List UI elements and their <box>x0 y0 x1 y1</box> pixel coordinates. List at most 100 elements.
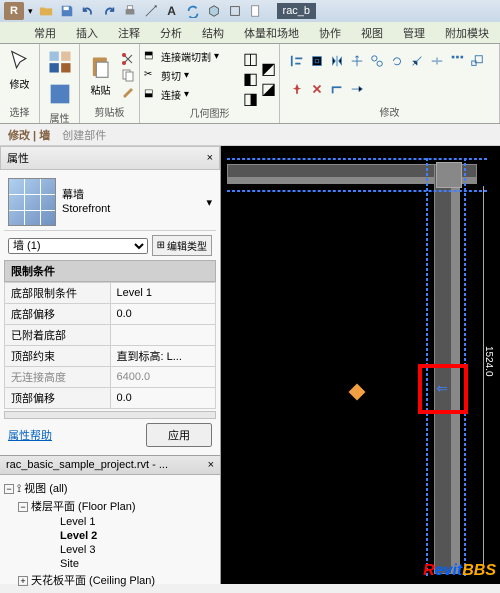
props-scrollbar[interactable] <box>4 411 216 419</box>
ribbon: 修改 选择 属性 粘贴 剪贴板 ⬒连接端切割 ▾ <box>0 44 500 124</box>
tree-ceiling-plans[interactable]: +天花板平面 (Ceiling Plan) <box>4 571 216 589</box>
extend-icon[interactable] <box>350 82 364 96</box>
tree-views[interactable]: −⟟ 视图 (all) <box>4 479 216 497</box>
geom-icon-5[interactable]: ◪ <box>261 79 275 93</box>
type-properties-icon[interactable] <box>46 80 74 108</box>
measure-icon[interactable] <box>142 3 160 19</box>
paste-button[interactable]: 粘贴 <box>84 54 117 97</box>
wall-corner <box>436 162 462 188</box>
array-icon[interactable] <box>450 54 464 68</box>
constraints-header[interactable]: 限制条件 <box>4 260 216 282</box>
modify-button[interactable]: 修改 <box>2 48 38 91</box>
panel-properties-label: 属性 <box>44 110 75 125</box>
table-row: 已附着底部 <box>5 325 216 346</box>
drawing-canvas[interactable]: ⇐ 1524.0 RevitBBS <box>221 146 500 584</box>
sheet-icon[interactable] <box>247 3 265 19</box>
geom-icon-3[interactable]: ◨ <box>243 89 257 103</box>
param-value[interactable]: 0.0 <box>110 388 216 409</box>
tab-home[interactable]: 常用 <box>24 22 66 43</box>
apply-button[interactable]: 应用 <box>146 423 212 447</box>
tab-manage[interactable]: 管理 <box>393 22 435 43</box>
tab-collab[interactable]: 协作 <box>309 22 351 43</box>
panel-properties: 属性 <box>40 44 80 123</box>
panel-modify: 修改 <box>280 44 500 123</box>
param-value[interactable]: 直到标高: L... <box>110 346 216 367</box>
split-icon[interactable] <box>430 54 444 68</box>
undo-icon[interactable] <box>79 3 97 19</box>
properties-icon[interactable] <box>46 48 74 76</box>
warning-icon[interactable] <box>349 384 366 401</box>
tree-level-3[interactable]: Level 3 <box>4 543 216 557</box>
open-icon[interactable] <box>37 3 55 19</box>
app-logo[interactable]: R <box>4 2 24 20</box>
copy-mod-icon[interactable] <box>370 54 384 68</box>
cut-geom-button[interactable]: ✂剪切 ▾ <box>144 67 239 84</box>
param-value[interactable]: 0.0 <box>110 304 216 325</box>
move-icon[interactable] <box>350 54 364 68</box>
sync-icon[interactable] <box>184 3 202 19</box>
context-modify-wall[interactable]: 修改 | 墙 <box>8 127 50 143</box>
instance-filter[interactable]: 墙 (1) <box>8 238 148 254</box>
panel-geometry-label: 几何图形 <box>144 105 275 120</box>
text-icon[interactable]: A <box>163 3 181 19</box>
properties-help-link[interactable]: 属性帮助 <box>8 427 138 443</box>
cope-button[interactable]: ⬒连接端切割 ▾ <box>144 48 239 65</box>
edit-type-button[interactable]: ⊞编辑类型 <box>152 235 212 256</box>
properties-header[interactable]: 属性 × <box>0 146 220 170</box>
close-icon[interactable]: × <box>208 459 214 471</box>
delete-icon[interactable] <box>310 82 324 96</box>
mirror-icon[interactable] <box>330 54 344 68</box>
modify-label: 修改 <box>10 76 30 91</box>
type-selector[interactable]: 幕墙 Storefront ▾ <box>4 174 216 231</box>
tab-massing[interactable]: 体量和场地 <box>234 22 309 43</box>
tree-floor-plans[interactable]: −楼层平面 (Floor Plan) <box>4 497 216 515</box>
tab-addins[interactable]: 附加模块 <box>435 22 499 43</box>
trim-icon[interactable] <box>410 54 424 68</box>
dimension-line <box>483 186 484 566</box>
panel-clipboard: 粘贴 剪贴板 <box>80 44 140 123</box>
contextual-tab: 修改 | 墙 创建部件 <box>0 124 500 146</box>
tab-annotate[interactable]: 注释 <box>108 22 150 43</box>
offset-icon[interactable] <box>310 54 324 68</box>
section-icon[interactable] <box>226 3 244 19</box>
align-icon[interactable] <box>290 54 304 68</box>
copy-icon[interactable] <box>121 68 135 82</box>
tree-site[interactable]: Site <box>4 557 216 571</box>
tab-structure[interactable]: 结构 <box>192 22 234 43</box>
match-icon[interactable] <box>121 84 135 98</box>
pin-icon[interactable] <box>290 82 304 96</box>
sidebar: 属性 × 幕墙 Storefront ▾ 墙 (1) ⊞编辑类型 限制条件 底部… <box>0 146 221 584</box>
table-row: 无连接高度6400.0 <box>5 367 216 388</box>
join-button[interactable]: ⬓连接 ▾ <box>144 86 239 103</box>
scale-icon[interactable] <box>470 54 484 68</box>
project-browser: rac_basic_sample_project.rvt - ... × −⟟ … <box>0 455 220 593</box>
properties-palette: 幕墙 Storefront ▾ 墙 (1) ⊞编辑类型 限制条件 底部限制条件L… <box>0 170 220 455</box>
dimension-value[interactable]: 1524.0 <box>483 346 494 377</box>
cut-icon[interactable] <box>121 52 135 66</box>
browser-header[interactable]: rac_basic_sample_project.rvt - ... × <box>0 456 220 475</box>
close-icon[interactable]: × <box>207 152 213 164</box>
geom-icon-4[interactable]: ◩ <box>261 59 275 73</box>
save-icon[interactable] <box>58 3 76 19</box>
tab-insert[interactable]: 插入 <box>66 22 108 43</box>
param-value[interactable]: Level 1 <box>110 283 216 304</box>
document-name: rac_b <box>277 3 317 19</box>
print-icon[interactable] <box>121 3 139 19</box>
geom-icon-2[interactable]: ◧ <box>243 69 257 83</box>
tab-analyze[interactable]: 分析 <box>150 22 192 43</box>
tab-view[interactable]: 视图 <box>351 22 393 43</box>
ribbon-tabs: 常用 插入 注释 分析 结构 体量和场地 协作 视图 管理 附加模块 <box>0 22 500 44</box>
chevron-down-icon[interactable]: ▾ <box>206 196 212 209</box>
geom-icon-1[interactable]: ◫ <box>243 49 257 63</box>
app-menu-dropdown[interactable]: ▾ <box>28 6 33 17</box>
redo-icon[interactable] <box>100 3 118 19</box>
param-value <box>110 325 216 346</box>
corner-icon[interactable] <box>330 82 344 96</box>
tree-level-1[interactable]: Level 1 <box>4 515 216 529</box>
tree-level-2[interactable]: Level 2 <box>4 529 216 543</box>
context-create-parts[interactable]: 创建部件 <box>62 127 106 143</box>
curtain-wall-icon <box>8 178 56 226</box>
3d-view-icon[interactable] <box>205 3 223 19</box>
rotate-icon[interactable] <box>390 54 404 68</box>
panel-geometry: ⬒连接端切割 ▾ ✂剪切 ▾ ⬓连接 ▾ ◫ ◧ ◨ ◩ ◪ 几何图形 <box>140 44 280 123</box>
